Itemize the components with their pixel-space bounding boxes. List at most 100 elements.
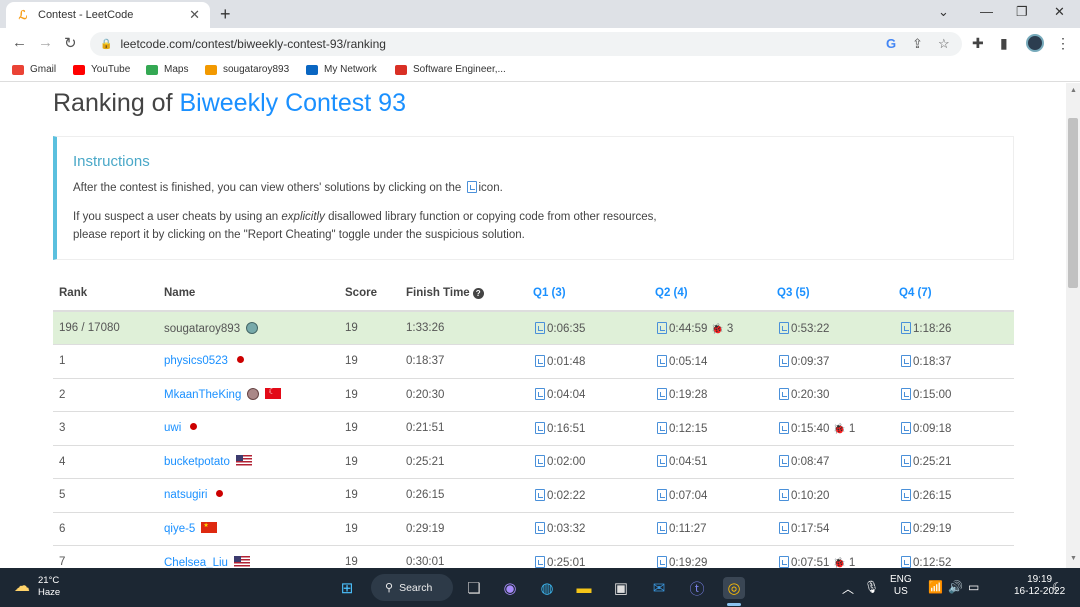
volume-icon[interactable]: 🔊 bbox=[948, 580, 963, 594]
page-scrollbar[interactable]: ▲ ▼ bbox=[1066, 83, 1080, 568]
solution-doc-icon[interactable] bbox=[657, 354, 667, 367]
username-link[interactable]: Chelsea_Liu bbox=[164, 557, 228, 568]
solution-doc-icon[interactable] bbox=[535, 354, 545, 367]
file-explorer-icon[interactable]: ▬ bbox=[573, 577, 595, 599]
address-bar[interactable]: 🔒 leetcode.com/contest/biweekly-contest-… bbox=[90, 32, 962, 56]
solution-doc-icon[interactable] bbox=[535, 421, 545, 434]
solution-doc-icon[interactable] bbox=[779, 522, 789, 535]
chrome-icon[interactable]: ◎ bbox=[723, 577, 745, 599]
bookmark-software-engineer[interactable]: Software Engineer,... bbox=[395, 64, 506, 75]
solution-doc-icon[interactable] bbox=[657, 388, 667, 401]
profile-avatar[interactable] bbox=[1026, 34, 1044, 52]
solution-doc-icon[interactable] bbox=[535, 555, 545, 568]
username-link[interactable]: bucketpotato bbox=[164, 456, 230, 468]
bookmark-youtube[interactable]: YouTube bbox=[73, 64, 130, 75]
cell-q1[interactable]: 0:01:48 bbox=[527, 344, 649, 379]
solution-doc-icon[interactable] bbox=[779, 321, 789, 334]
cell-q1[interactable]: 0:02:22 bbox=[527, 478, 649, 513]
side-panel-icon[interactable]: ▮ bbox=[1000, 35, 1008, 52]
solution-doc-icon[interactable] bbox=[901, 421, 911, 434]
cell-q3[interactable]: 0:17:54 bbox=[771, 512, 893, 546]
cell-q4[interactable]: 0:29:19 bbox=[893, 512, 1014, 546]
battery-icon[interactable]: ▭ bbox=[968, 580, 979, 594]
language-indicator[interactable]: ENG US bbox=[890, 574, 912, 598]
microphone-icon[interactable]: 🎙 bbox=[864, 580, 879, 594]
task-view-icon[interactable]: ❏ bbox=[463, 577, 485, 599]
cell-q3[interactable]: 0:15:40 🐞 1 bbox=[771, 411, 893, 446]
solution-doc-icon[interactable] bbox=[657, 321, 667, 334]
wifi-icon[interactable]: 📶 bbox=[928, 580, 943, 594]
solution-doc-icon[interactable] bbox=[901, 321, 911, 334]
teams-icon[interactable]: ⓣ bbox=[686, 577, 708, 599]
notifications-icon[interactable]: ☾ bbox=[1052, 580, 1063, 594]
solution-doc-icon[interactable] bbox=[779, 388, 789, 401]
cell-q2[interactable]: 0:11:27 bbox=[649, 512, 771, 546]
scrollbar-thumb[interactable] bbox=[1068, 118, 1078, 288]
forward-icon[interactable]: → bbox=[38, 34, 53, 51]
cell-q3[interactable]: 0:09:37 bbox=[771, 344, 893, 379]
minimize-icon[interactable]: — bbox=[980, 4, 993, 19]
bookmark-gmail[interactable]: Gmail bbox=[12, 64, 56, 75]
cell-q2[interactable]: 0:04:51 bbox=[649, 445, 771, 479]
solution-doc-icon[interactable] bbox=[779, 555, 789, 568]
solution-doc-icon[interactable] bbox=[901, 522, 911, 535]
menu-kebab-icon[interactable]: ⋮ bbox=[1056, 35, 1070, 52]
solution-doc-icon[interactable] bbox=[779, 455, 789, 468]
col-q4[interactable]: Q4 (7) bbox=[893, 275, 1014, 312]
cell-q3[interactable]: 0:10:20 bbox=[771, 478, 893, 513]
new-tab-button[interactable]: + bbox=[220, 4, 231, 25]
close-window-icon[interactable]: ✕ bbox=[1054, 4, 1065, 20]
teams-chat-icon[interactable]: ◉ bbox=[499, 577, 521, 599]
cell-q1[interactable]: 0:16:51 bbox=[527, 411, 649, 446]
bookmark-sougataroy893[interactable]: sougataroy893 bbox=[205, 64, 289, 75]
scroll-up-icon[interactable]: ▲ bbox=[1070, 87, 1077, 94]
cell-q1[interactable]: 0:04:04 bbox=[527, 378, 649, 412]
cell-q2[interactable]: 0:07:04 bbox=[649, 478, 771, 513]
col-q1[interactable]: Q1 (3) bbox=[527, 275, 649, 312]
cell-q4[interactable]: 0:26:15 bbox=[893, 478, 1014, 513]
solution-doc-icon[interactable] bbox=[657, 555, 667, 568]
cell-q3[interactable]: 0:08:47 bbox=[771, 445, 893, 479]
weather-widget[interactable]: ☁ 21°C Haze bbox=[14, 575, 60, 599]
cell-q2[interactable]: 0:12:15 bbox=[649, 411, 771, 446]
extensions-puzzle-icon[interactable]: ✚ bbox=[972, 35, 984, 52]
cell-q3[interactable]: 0:07:51 🐞 1 bbox=[771, 545, 893, 568]
solution-doc-icon[interactable] bbox=[535, 321, 545, 334]
back-icon[interactable]: ← bbox=[12, 34, 27, 51]
contest-link[interactable]: Biweekly Contest 93 bbox=[179, 89, 406, 117]
solution-doc-icon[interactable] bbox=[779, 354, 789, 367]
tab-search-chevron-icon[interactable]: ⌄ bbox=[938, 4, 949, 20]
cell-q2[interactable]: 0:19:28 bbox=[649, 378, 771, 412]
cell-q1[interactable]: 0:25:01 bbox=[527, 545, 649, 568]
solution-doc-icon[interactable] bbox=[901, 488, 911, 501]
cell-q4[interactable]: 0:15:00 bbox=[893, 378, 1014, 412]
browser-tab[interactable]: ℒ Contest - LeetCode ✕ bbox=[6, 2, 210, 28]
col-q3[interactable]: Q3 (5) bbox=[771, 275, 893, 312]
cell-q4[interactable]: 1:18:26 bbox=[893, 311, 1014, 345]
edge-browser-icon[interactable]: ◍ bbox=[536, 577, 558, 599]
username-link[interactable]: natsugiri bbox=[164, 489, 207, 501]
username-link[interactable]: uwi bbox=[164, 422, 181, 434]
cell-q4[interactable]: 0:12:52 bbox=[893, 545, 1014, 568]
cell-q4[interactable]: 0:18:37 bbox=[893, 344, 1014, 379]
solution-doc-icon[interactable] bbox=[657, 488, 667, 501]
col-q2[interactable]: Q2 (4) bbox=[649, 275, 771, 312]
cell-q2[interactable]: 0:05:14 bbox=[649, 344, 771, 379]
cell-q4[interactable]: 0:09:18 bbox=[893, 411, 1014, 446]
cell-q1[interactable]: 0:06:35 bbox=[527, 311, 649, 345]
microsoft-store-icon[interactable]: ▣ bbox=[610, 577, 632, 599]
cell-q1[interactable]: 0:02:00 bbox=[527, 445, 649, 479]
share-icon[interactable]: ⇪ bbox=[912, 36, 923, 52]
solution-doc-icon[interactable] bbox=[535, 522, 545, 535]
username-link[interactable]: physics0523 bbox=[164, 355, 228, 367]
maximize-icon[interactable]: ❐ bbox=[1016, 4, 1028, 20]
solution-doc-icon[interactable] bbox=[535, 488, 545, 501]
mail-icon[interactable]: ✉ bbox=[648, 577, 670, 599]
solution-doc-icon[interactable] bbox=[657, 421, 667, 434]
cell-q4[interactable]: 0:25:21 bbox=[893, 445, 1014, 479]
cell-q3[interactable]: 0:20:30 bbox=[771, 378, 893, 412]
solution-doc-icon[interactable] bbox=[901, 555, 911, 568]
bookmark-star-icon[interactable]: ☆ bbox=[938, 36, 950, 52]
username-link[interactable]: MkaanTheKing bbox=[164, 389, 241, 401]
solution-doc-icon[interactable] bbox=[535, 455, 545, 468]
